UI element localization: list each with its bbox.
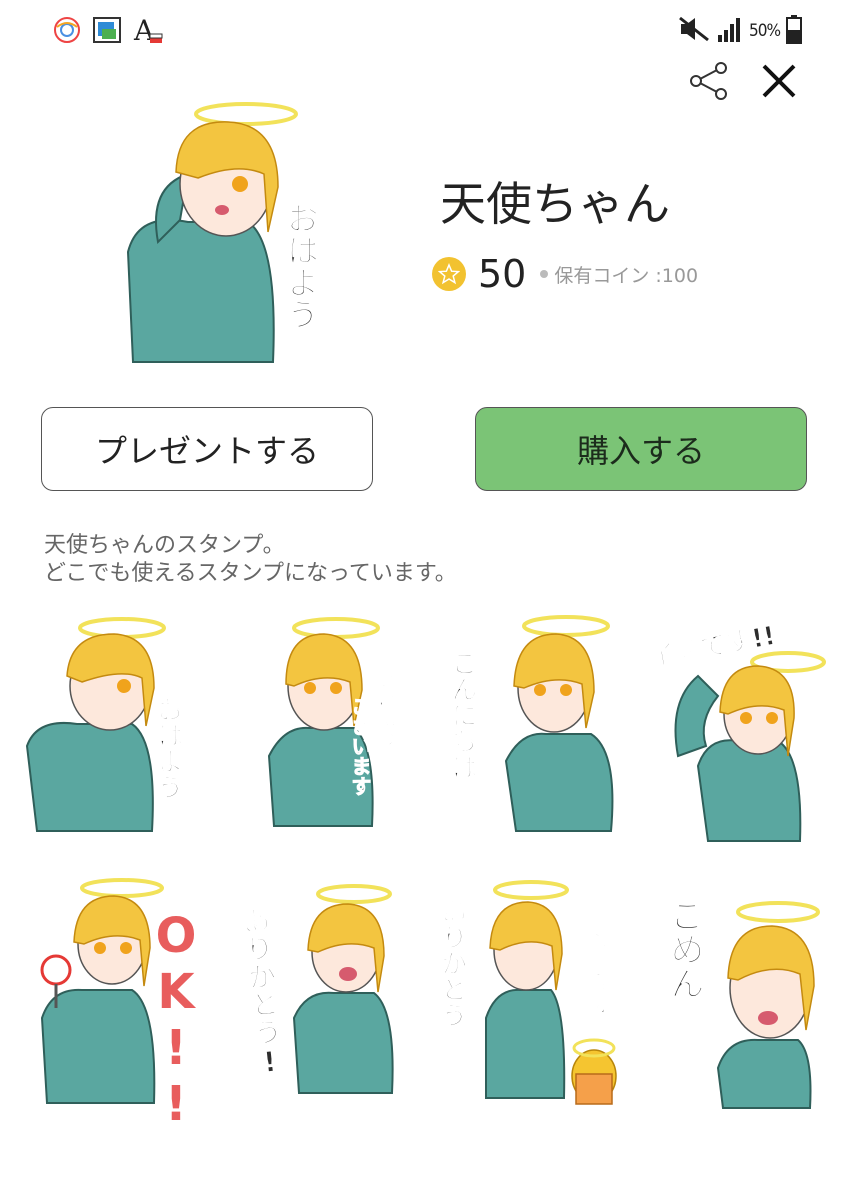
sticker-caption: こんにちは [447,650,478,781]
mute-icon [677,15,711,47]
description: 天使ちゃんのスタンプ。 どこでも使えるスタンプになっています。 [44,532,457,588]
sticker-caption: おはよう [153,696,184,801]
battery-icon [786,14,802,48]
sticker-pack-title: 天使ちゃん [440,177,670,231]
price-value: 50 [478,252,527,296]
sticker-caption: ありがとう [437,898,468,1029]
buy-button[interactable]: 購入する [475,407,807,491]
description-line-2: どこでも使えるスタンプになっています。 [44,561,457,586]
sticker-item[interactable]: おはよう [22,606,224,868]
status-bar: A 50% [0,0,850,60]
sticker-caption: ごめん [664,898,705,1001]
font-icon: A [132,14,164,50]
sticker-grid: おはよう おはよう ございます こんにちは 了解です!! OK!! ありがとう!… [22,606,832,1132]
browser-icon [52,15,82,49]
sticker-item[interactable]: ごめん [628,878,830,1118]
hero-sticker-image: おはよう [118,92,348,372]
dot-icon [540,270,549,278]
sticker-item[interactable]: こんにちは [426,606,628,868]
price-row: 50 保有コイン :100 [432,252,698,296]
sticker-item[interactable]: OK!! [22,878,224,1132]
coin-icon [432,257,466,291]
description-line-1: 天使ちゃんのスタンプ。 [44,533,285,558]
status-right-icons: 50% [677,14,802,48]
sticker-caption-2: ございます [348,696,373,797]
battery-percent: 50% [749,21,781,41]
top-actions [688,60,798,106]
sticker-caption: OK!! [148,908,204,1132]
owned-coins-text: 保有コイン :100 [554,264,699,287]
sticker-item[interactable]: おはよう ございます [224,606,426,868]
sticker-item[interactable]: ありがとう! [224,878,426,1118]
close-icon[interactable] [760,62,798,104]
share-icon[interactable] [688,60,730,106]
sticker-item[interactable]: ありがとう ございます [426,878,628,1118]
present-button[interactable]: プレゼントする [41,407,373,491]
status-left-icons: A [52,14,164,50]
signal-icon [717,15,743,47]
sticker-caption: おはよう [374,668,399,749]
sticker-caption-2: ございます [588,918,613,1019]
hero-sticker-caption: おはよう [282,202,321,331]
sticker-item[interactable]: 了解です!! [628,606,830,868]
owned-coins: 保有コイン :100 [540,261,698,288]
gallery-icon [92,15,122,49]
